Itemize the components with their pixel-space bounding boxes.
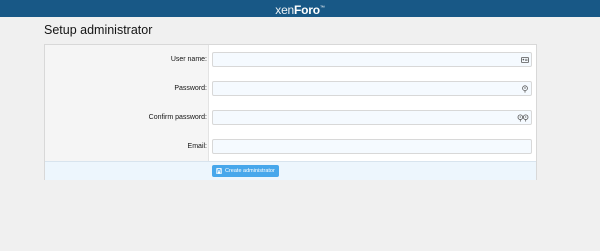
logo-part2: Foro [294,3,320,17]
password-label: Password: [174,85,207,92]
username-label: User name: [170,56,207,63]
password-field[interactable] [212,81,532,100]
form-row-username: User name: [45,45,538,74]
create-administrator-button[interactable]: Create administrator [212,165,279,177]
top-header-bar: xenForo™ [0,0,600,17]
form-row-password: Password: [45,74,538,103]
page-title: Setup administrator [44,23,153,37]
key-icon [522,85,528,93]
form-row-confirm-password: Confirm password: [45,103,538,132]
form-submit-row: Create administrator [45,161,536,180]
email-input[interactable] [213,145,531,158]
confirm-password-input[interactable] [213,116,531,129]
setup-form-panel: User name: Password: Confirm password: E… [44,44,537,180]
username-input[interactable] [213,58,531,71]
save-icon [216,168,222,174]
confirm-password-field[interactable] [212,110,532,129]
email-label: Email: [187,143,207,150]
email-field[interactable] [212,139,532,158]
logo-part1: xen [275,3,295,17]
confirm-password-label: Confirm password: [148,114,207,121]
xenforo-logo[interactable]: xenForo™ [0,0,600,17]
username-field[interactable] [212,52,532,71]
form-row-email: Email: [45,132,538,161]
logo-tm: ™ [319,5,325,11]
keys-icon [517,114,529,122]
id-card-icon [521,57,529,63]
password-input[interactable] [213,87,531,100]
create-administrator-label: Create administrator [225,168,275,174]
